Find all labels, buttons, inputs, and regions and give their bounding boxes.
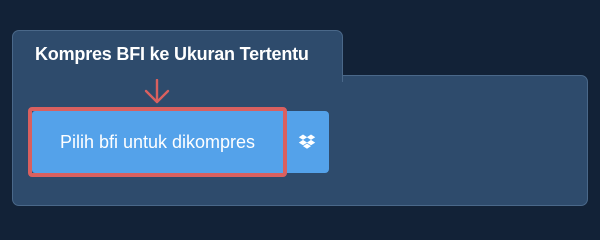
choose-file-button[interactable]: Pilih bfi untuk dikompres bbox=[32, 111, 283, 173]
dropbox-button[interactable] bbox=[285, 111, 329, 173]
panel-title: Kompres BFI ke Ukuran Tertentu bbox=[35, 44, 309, 64]
arrow-down-icon bbox=[144, 79, 170, 104]
dropbox-icon bbox=[298, 134, 316, 149]
